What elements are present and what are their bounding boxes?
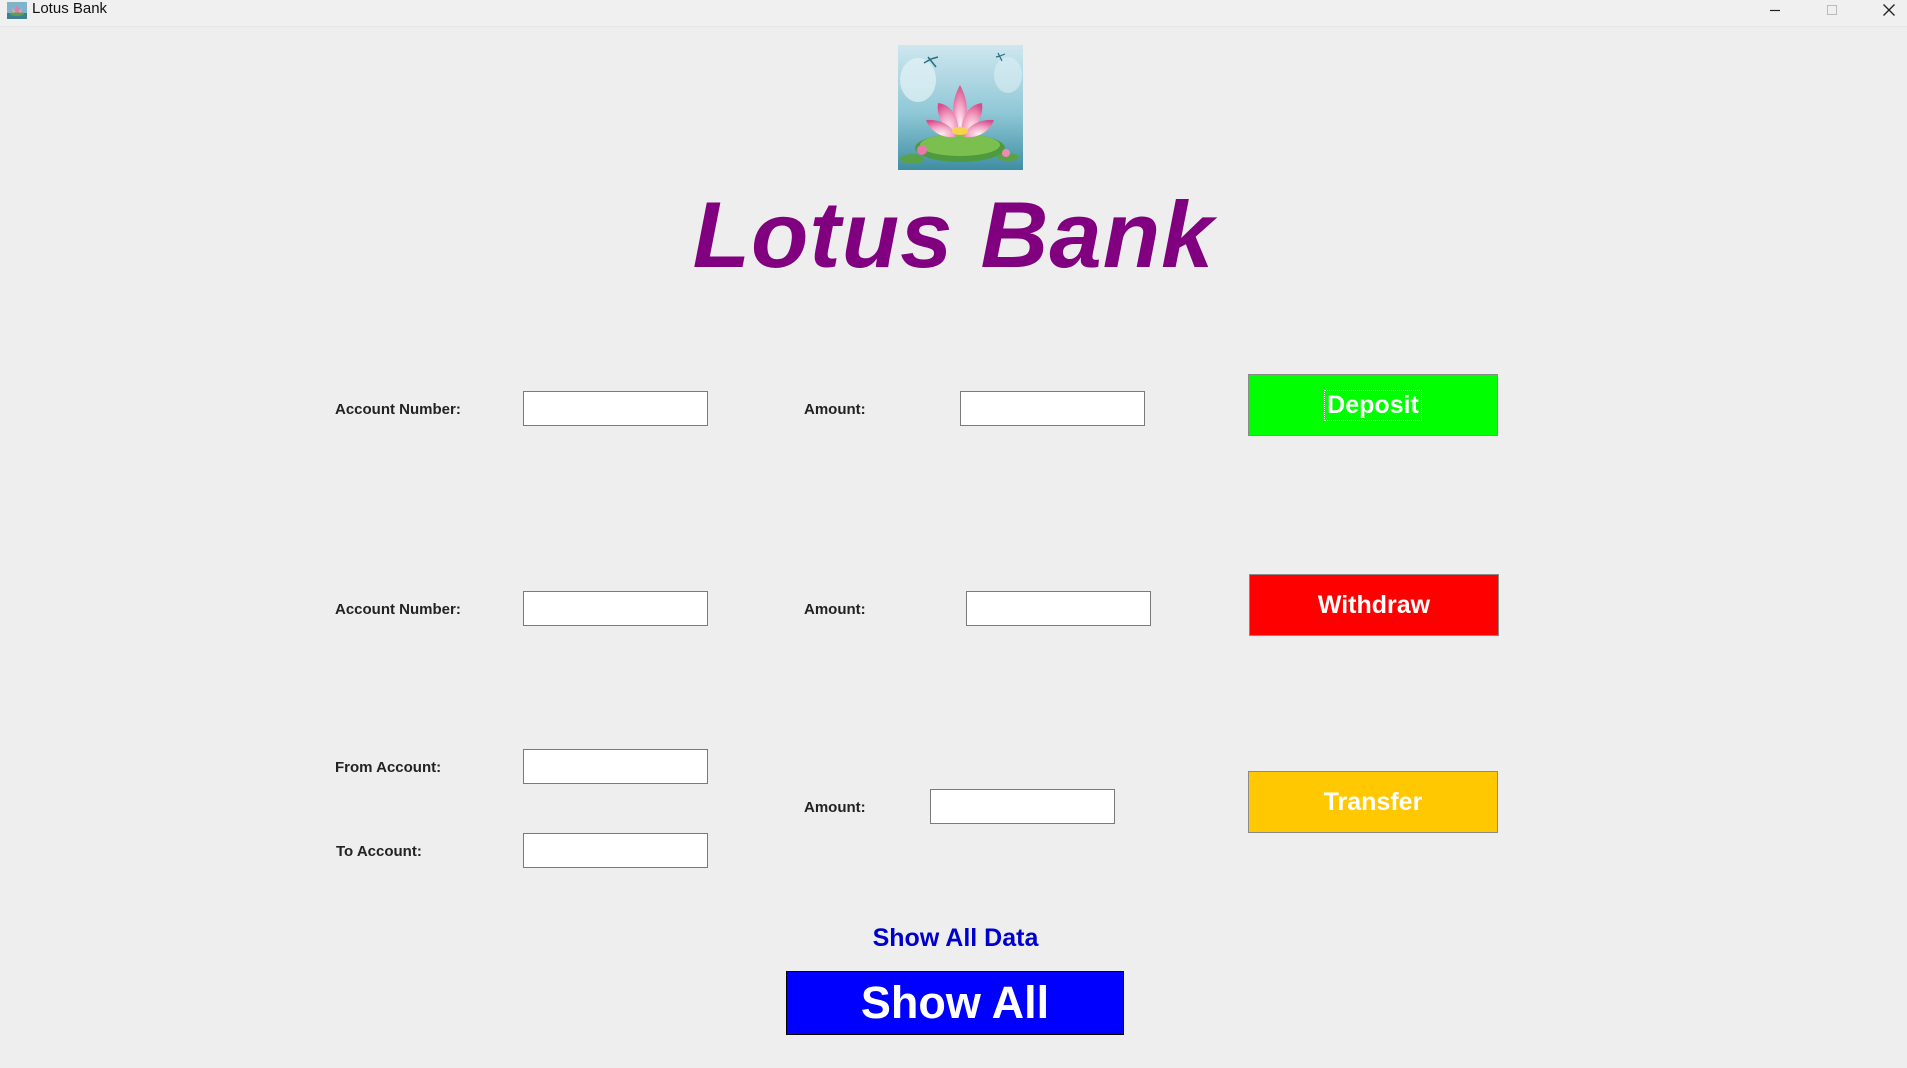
withdraw-account-label: Account Number:: [335, 601, 461, 618]
lotus-app-icon: [7, 2, 27, 19]
transfer-to-label: To Account:: [336, 843, 422, 860]
maximize-icon: [1827, 5, 1837, 15]
close-button[interactable]: [1866, 0, 1907, 20]
withdraw-button-label: Withdraw: [1317, 590, 1431, 619]
show-all-button-label: Show All: [860, 977, 1050, 1028]
transfer-button-label: Transfer: [1323, 787, 1423, 816]
minimize-icon: [1770, 9, 1780, 12]
withdraw-amount-label: Amount:: [804, 601, 866, 618]
bank-title: Lotus Bank: [692, 182, 1215, 287]
transfer-from-label: From Account:: [335, 759, 442, 776]
maximize-button[interactable]: [1809, 0, 1855, 20]
withdraw-button[interactable]: Withdraw: [1249, 574, 1499, 636]
show-all-heading: Show All Data: [872, 924, 1039, 952]
deposit-account-label: Account Number:: [335, 401, 461, 418]
transfer-to-field[interactable]: [523, 833, 708, 868]
deposit-amount-field[interactable]: [960, 391, 1145, 426]
transfer-amount-label: Amount:: [804, 799, 866, 816]
window-titlebar: Lotus Bank: [0, 0, 1907, 27]
window-title: Lotus Bank: [32, 0, 108, 17]
deposit-amount-label: Amount:: [804, 401, 866, 418]
close-icon: [1883, 4, 1895, 16]
transfer-button[interactable]: Transfer: [1248, 771, 1498, 833]
deposit-button[interactable]: Deposit: [1248, 374, 1498, 436]
transfer-amount-field[interactable]: [930, 789, 1115, 824]
deposit-button-label: Deposit: [1324, 389, 1422, 421]
transfer-from-field[interactable]: [523, 749, 708, 784]
lotus-flower-logo: [898, 45, 1023, 170]
withdraw-amount-field[interactable]: [966, 591, 1151, 626]
withdraw-account-field[interactable]: [523, 591, 708, 626]
show-all-button[interactable]: Show All: [786, 971, 1124, 1035]
minimize-button[interactable]: [1752, 0, 1798, 20]
deposit-account-field[interactable]: [523, 391, 708, 426]
